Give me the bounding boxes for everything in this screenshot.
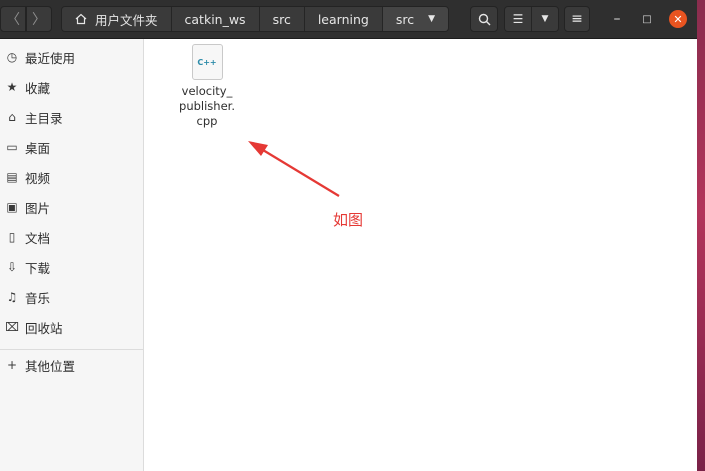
sidebar-item-home[interactable]: ⌂ 主目录 <box>0 102 143 132</box>
sidebar-item-other-locations[interactable]: + 其他位置 <box>0 350 143 380</box>
desktop-icon: ▭ <box>6 140 18 154</box>
file-view: C++ velocity_ publisher. cpp 如图 <box>144 39 697 471</box>
sidebar-item-label: 下载 <box>25 260 51 276</box>
sidebar-item-label: 音乐 <box>25 290 51 306</box>
home-icon: ⌂ <box>8 110 16 124</box>
list-view-button[interactable]: ☰ <box>505 7 532 31</box>
menu-button[interactable]: ≡ <box>564 6 590 32</box>
forward-button[interactable]: 〉 <box>26 6 52 32</box>
close-icon: ✕ <box>673 12 683 26</box>
chevron-down-icon: ▼ <box>428 14 435 24</box>
star-icon: ★ <box>6 80 18 94</box>
view-toggle-group: ☰ ▼ <box>504 6 559 32</box>
maximize-button[interactable]: □ <box>638 6 656 32</box>
trash-icon: ⌧ <box>5 320 19 334</box>
search-button[interactable] <box>470 6 498 32</box>
sidebar: ◷ 最近使用 ★ 收藏 ⌂ 主目录 ▭ 桌面 ▤ 视频 ▣ 图片 ▯ 文档 ⇩ <box>0 39 144 471</box>
breadcrumb-catkin-ws[interactable]: catkin_ws <box>171 7 260 31</box>
clock-icon: ◷ <box>6 50 18 64</box>
list-icon: ☰ <box>512 12 524 26</box>
close-button[interactable]: ✕ <box>669 10 687 28</box>
back-button[interactable]: 〈 <box>0 6 26 32</box>
breadcrumb-label: learning <box>317 11 369 27</box>
sidebar-item-recent[interactable]: ◷ 最近使用 <box>0 42 143 72</box>
search-icon <box>478 13 490 25</box>
breadcrumb-label: catkin_ws <box>184 11 246 27</box>
annotation-label: 如图 <box>333 211 364 229</box>
hamburger-icon: ≡ <box>571 11 583 27</box>
sidebar-item-documents[interactable]: ▯ 文档 <box>0 222 143 252</box>
sidebar-item-desktop[interactable]: ▭ 桌面 <box>0 132 143 162</box>
home-icon <box>75 13 87 25</box>
header-bar: 〈 〉 用户文件夹 catkin_ws src learning src ▼ ☰… <box>0 0 697 39</box>
breadcrumb-learning[interactable]: learning <box>304 7 383 31</box>
breadcrumb-home[interactable]: 用户文件夹 <box>62 7 172 31</box>
download-icon: ⇩ <box>6 260 18 274</box>
sidebar-item-videos[interactable]: ▤ 视频 <box>0 162 143 192</box>
plus-icon: + <box>6 358 18 372</box>
sidebar-item-starred[interactable]: ★ 收藏 <box>0 72 143 102</box>
minimize-icon: – <box>613 11 621 27</box>
picture-icon: ▣ <box>6 200 18 214</box>
breadcrumb-src[interactable]: src <box>259 7 305 31</box>
view-options-button[interactable]: ▼ <box>532 7 558 31</box>
sidebar-item-pictures[interactable]: ▣ 图片 <box>0 192 143 222</box>
sidebar-item-label: 桌面 <box>25 140 51 156</box>
chevron-down-icon: ▼ <box>541 14 549 24</box>
sidebar-item-label: 视频 <box>25 170 51 186</box>
sidebar-item-label: 最近使用 <box>25 50 76 66</box>
breadcrumb-current-src[interactable]: src ▼ <box>382 7 448 31</box>
sidebar-item-label: 主目录 <box>25 110 63 126</box>
video-icon: ▤ <box>6 170 18 184</box>
sidebar-item-label: 文档 <box>25 230 51 246</box>
sidebar-item-label: 收藏 <box>25 80 51 96</box>
sidebar-item-music[interactable]: ♫ 音乐 <box>0 282 143 312</box>
breadcrumb-label: 用户文件夹 <box>95 12 158 28</box>
desktop-background <box>697 0 705 471</box>
sidebar-item-downloads[interactable]: ⇩ 下载 <box>0 252 143 282</box>
sidebar-item-label: 回收站 <box>25 320 63 336</box>
file-manager-window: 〈 〉 用户文件夹 catkin_ws src learning src ▼ ☰… <box>0 0 697 471</box>
minimize-button[interactable]: – <box>608 6 626 32</box>
maximize-icon: □ <box>642 13 652 25</box>
document-icon: ▯ <box>8 230 16 244</box>
sidebar-item-label: 其他位置 <box>25 358 76 374</box>
breadcrumb-label: src <box>272 11 291 27</box>
breadcrumb: 用户文件夹 catkin_ws src learning src ▼ <box>61 6 449 32</box>
music-icon: ♫ <box>6 290 18 304</box>
chevron-left-icon: 〈 <box>6 12 20 28</box>
chevron-right-icon: 〉 <box>32 12 46 28</box>
sidebar-item-trash[interactable]: ⌧ 回收站 <box>0 312 143 342</box>
sidebar-item-label: 图片 <box>25 200 51 216</box>
breadcrumb-label: src <box>395 11 415 27</box>
annotation-arrow <box>248 141 340 197</box>
